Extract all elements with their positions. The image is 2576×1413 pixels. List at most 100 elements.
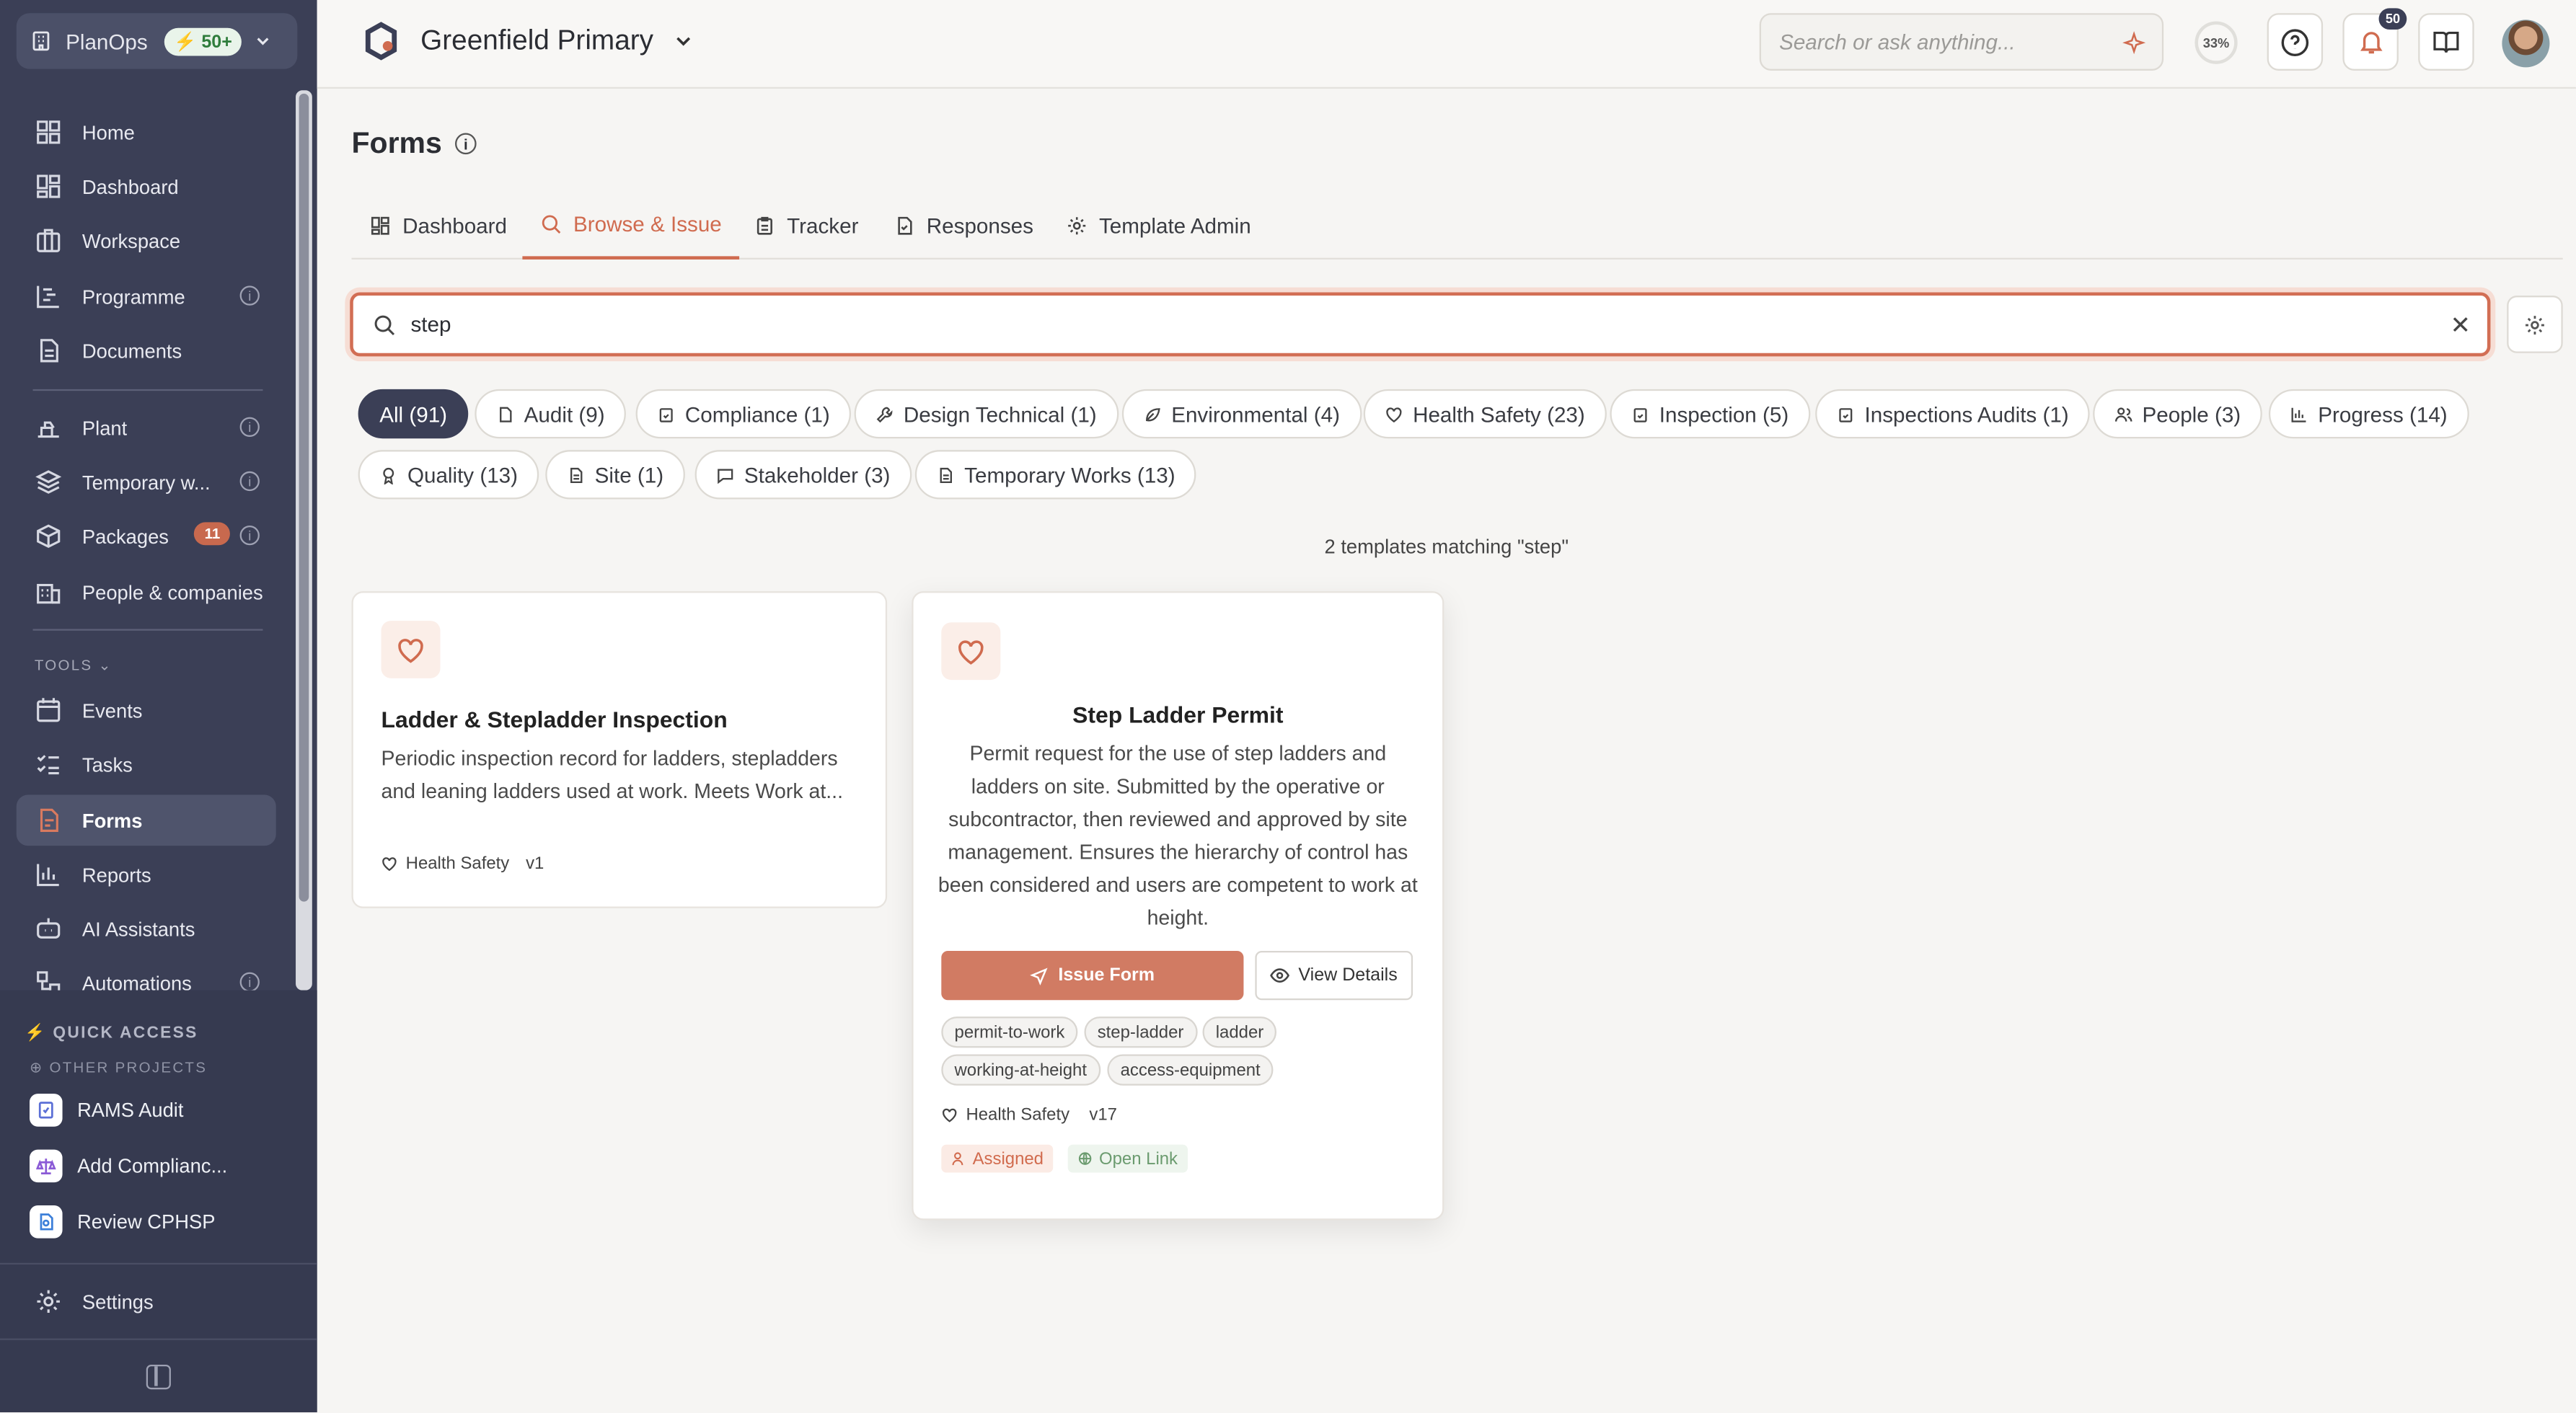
search-value: step [410,311,451,337]
filter-chip-health-safety[interactable]: Health Safety (23) [1363,389,1607,439]
tag[interactable]: ladder [1202,1016,1277,1048]
document-icon [940,466,952,482]
main-content: Forms i Dashboard Browse & Issue Tracker… [317,89,2576,1412]
tools-section-header[interactable]: TOOLS ⌄ [35,657,113,675]
filter-chip-audit[interactable]: Audit (9) [475,389,627,439]
close-icon[interactable]: ✕ [2450,311,2471,340]
search-settings-button[interactable] [2507,296,2563,353]
sidebar-item-settings[interactable]: Settings [17,1276,276,1327]
quick-item-rams-audit[interactable]: RAMS Audit [30,1094,183,1127]
sidebar-item-temporary-works[interactable]: Temporary w... i [17,456,276,508]
credits-count: 50+ [201,32,232,52]
search-placeholder: Search or ask anything... [1779,30,2016,55]
favorite-button[interactable] [941,622,1001,681]
sidebar-item-ai-assistants[interactable]: AI Assistants [17,903,276,954]
favorite-button[interactable] [381,621,441,678]
info-icon[interactable]: i [239,285,260,306]
sidebar-item-documents[interactable]: Documents [17,325,276,376]
heart-icon [943,1108,957,1122]
search-icon [542,215,561,234]
tab-tracker[interactable]: Tracker [754,192,858,260]
sidebar-item-events[interactable]: Events [17,685,276,736]
sidebar-item-packages[interactable]: Packages 11 i [17,510,276,562]
collapse-sidebar-icon[interactable] [146,1365,171,1390]
tab-responses[interactable]: Responses [894,192,1033,260]
tab-template-admin[interactable]: Template Admin [1066,192,1251,260]
sidebar-item-programme[interactable]: Programme i [17,271,276,322]
info-icon[interactable]: i [455,133,477,155]
view-details-button[interactable]: View Details [1255,950,1413,1001]
filter-chip-design-technical[interactable]: Design Technical (1) [854,389,1119,439]
progress-indicator[interactable]: 33% [2195,21,2238,64]
filter-chip-temporary-works[interactable]: Temporary Works (13) [914,450,1197,500]
quick-item-add-compliance[interactable]: Add Complianc... [30,1149,227,1183]
sidebar-item-label: Settings [81,1290,154,1314]
page-title-text: Forms [351,126,442,159]
global-search-input[interactable]: Search or ask anything... [1759,13,2164,71]
sidebar-item-label: AI Assistants [81,917,195,941]
sidebar-scrollbar[interactable] [296,90,312,991]
filter-chip-compliance[interactable]: Compliance (1) [635,389,852,439]
briefcase-icon [37,229,61,252]
page-title: Forms i [351,126,477,161]
tools-label: TOOLS [34,657,93,673]
sidebar-item-people-companies[interactable]: People & companies [17,567,276,618]
user-avatar[interactable] [2502,19,2550,68]
scrollbar-thumb[interactable] [299,93,309,902]
tag[interactable]: working-at-height [941,1054,1100,1086]
tab-label: Browse & Issue [573,211,722,237]
gear-icon [2525,314,2544,334]
filter-chip-progress[interactable]: Progress (14) [2268,389,2469,439]
search-icon [374,314,395,335]
filter-chip-inspections-audits[interactable]: Inspections Audits (1) [1815,389,2091,439]
excavator-icon [38,421,59,438]
template-card-expanded[interactable]: Step Ladder Permit Permit request for th… [912,591,1444,1221]
sidebar-item-label: Reports [81,863,151,886]
heart-icon [382,857,397,872]
info-icon[interactable]: i [239,417,260,437]
tag[interactable]: step-ladder [1084,1016,1197,1048]
filter-chip-quality[interactable]: Quality (13) [358,450,539,500]
tag[interactable]: access-equipment [1107,1054,1274,1086]
card-title: Step Ladder Permit [1072,701,1284,728]
help-button[interactable] [2267,13,2324,71]
quick-item-label: RAMS Audit [77,1098,184,1122]
filter-chip-people[interactable]: People (3) [2093,389,2262,439]
heart-icon [1386,407,1402,422]
sidebar-item-dashboard[interactable]: Dashboard [17,161,276,212]
tab-browse-issue[interactable]: Browse & Issue [522,192,740,260]
card-title: Ladder & Stepladder Inspection [381,706,728,732]
notifications-button[interactable]: 50 [2342,8,2407,71]
workspace-switcher[interactable]: PlanOps ⚡ 50+ [16,13,298,69]
description-line: ladders on site. Submitted by the operat… [971,775,1385,799]
issue-form-button[interactable]: Issue Form [941,950,1244,1001]
tab-dashboard[interactable]: Dashboard [370,192,507,260]
info-icon[interactable]: i [239,471,260,492]
credits-badge: ⚡ 50+ [164,27,242,56]
info-icon[interactable]: i [239,525,260,546]
sidebar-item-plant[interactable]: Plant i [17,402,276,453]
filter-chip-all[interactable]: All (91) [358,389,469,439]
filter-chip-inspection[interactable]: Inspection (5) [1610,389,1810,439]
sidebar-item-reports[interactable]: Reports [17,849,276,900]
card-category: Health Safety [405,854,510,874]
sidebar-item-forms[interactable]: Forms [16,794,276,846]
filter-chip-stakeholder[interactable]: Stakeholder (3) [694,450,912,500]
document-icon [500,406,512,422]
sparkle-icon[interactable] [2122,31,2146,55]
button-label: View Details [1298,965,1398,985]
sidebar-item-workspace[interactable]: Workspace [17,215,276,266]
quick-item-review-cphsp[interactable]: Review CPHSP [30,1205,215,1239]
open-link-badge[interactable]: Open Link [1067,1144,1188,1173]
sidebar-item-tasks[interactable]: Tasks [17,739,276,790]
docs-button[interactable] [2418,13,2474,71]
template-search-input[interactable]: step ✕ [350,292,2491,357]
info-icon[interactable]: i [239,972,260,992]
filter-chip-environmental[interactable]: Environmental (4) [1121,389,1362,439]
workspace-name: PlanOps [66,28,148,54]
template-card[interactable]: Ladder & Stepladder Inspection Periodic … [351,591,888,908]
sidebar-item-home[interactable]: Home [17,107,276,158]
tag[interactable]: permit-to-work [941,1016,1078,1048]
filter-chip-site[interactable]: Site (1) [545,450,685,500]
project-switcher[interactable]: Greenfield Primary [361,22,693,61]
